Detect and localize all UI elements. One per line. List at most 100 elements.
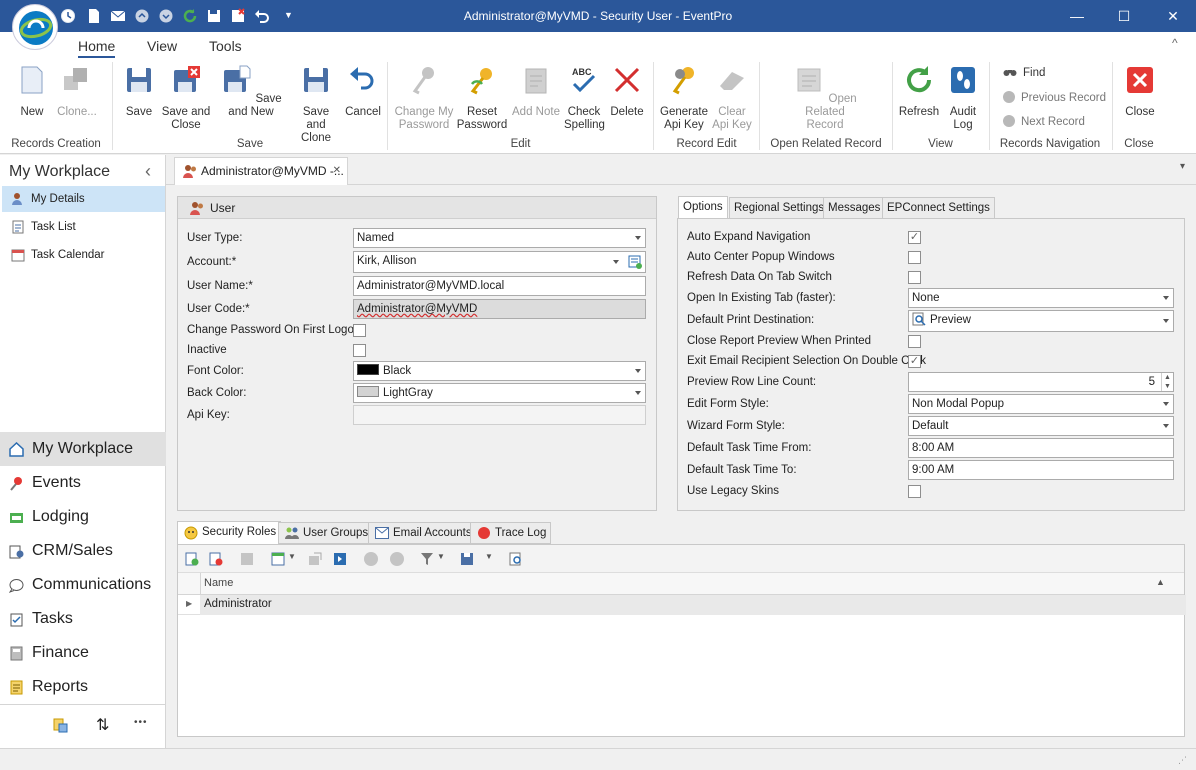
collapse-panel-button[interactable]: ‹ — [145, 161, 151, 182]
table-cell: Administrator — [200, 595, 1186, 615]
chevron-down-icon[interactable]: ▼ — [485, 552, 493, 561]
workplace-item-task-calendar[interactable]: Task Calendar — [2, 242, 165, 268]
exit-email-checkbox[interactable]: ✓ — [908, 355, 921, 368]
previous-record-button[interactable]: Previous Record — [1003, 91, 1106, 104]
user-type-select[interactable]: Named — [353, 228, 646, 248]
app-logo[interactable] — [12, 4, 58, 50]
up-circle-icon[interactable] — [364, 552, 378, 566]
module-my-workplace[interactable]: My Workplace — [0, 432, 166, 466]
maximize-button[interactable]: ☐ — [1114, 6, 1134, 26]
export-icon[interactable] — [308, 552, 322, 566]
more-modules-button[interactable]: ••• — [134, 717, 148, 728]
find-in-grid-icon[interactable] — [509, 552, 523, 566]
workplace-item-my-details[interactable]: My Details — [2, 186, 165, 212]
expand-row-icon[interactable]: ▶ — [186, 599, 192, 608]
down-circle-icon[interactable] — [390, 552, 404, 566]
save-layout-icon[interactable] — [460, 552, 474, 566]
tab-regional-settings[interactable]: Regional Settings — [729, 197, 830, 219]
reorder-modules-button[interactable]: ⇅ — [96, 715, 109, 735]
open-record-icon[interactable] — [333, 552, 347, 566]
row-count-spinner[interactable]: 5 ▲ ▼ — [908, 372, 1174, 392]
tab-menu-icon[interactable]: ▾ — [1180, 161, 1185, 172]
nav-options-icon[interactable] — [53, 718, 68, 733]
refresh-tab-checkbox[interactable] — [908, 271, 921, 284]
check-spelling-button[interactable]: ABC Check Spelling — [564, 62, 605, 132]
back-color-select[interactable]: LightGray — [353, 383, 646, 403]
filter-icon[interactable] — [420, 552, 434, 566]
auto-center-checkbox[interactable] — [908, 251, 921, 264]
module-reports[interactable]: Reports — [0, 670, 166, 704]
chevron-down-icon[interactable]: ▼ — [288, 552, 296, 561]
font-color-select[interactable]: Black — [353, 361, 646, 381]
document-tab[interactable]: Administrator@MyVMD -... ✕ — [174, 157, 348, 185]
tab-email-accounts[interactable]: Email Accounts — [368, 522, 477, 544]
add-note-button[interactable]: Add Note — [511, 62, 561, 119]
grid-list-icon[interactable] — [240, 552, 254, 566]
close-preview-checkbox[interactable] — [908, 335, 921, 348]
account-lookup-icon[interactable] — [628, 255, 642, 269]
tab-tools[interactable]: Tools — [209, 38, 242, 54]
tab-epconnect-settings[interactable]: EPConnect Settings — [882, 197, 995, 219]
save-and-new-button[interactable]: Save and New — [215, 62, 287, 119]
account-select[interactable]: Kirk, Allison — [353, 251, 646, 273]
tab-security-roles[interactable]: Security Roles — [177, 521, 282, 545]
module-finance[interactable]: Finance — [0, 636, 166, 670]
resize-grip-icon[interactable]: ⋰ — [1178, 755, 1187, 766]
delete-button[interactable]: Delete — [608, 62, 646, 119]
tab-home[interactable]: Home — [78, 38, 116, 58]
tab-view[interactable]: View — [147, 38, 177, 54]
column-header-name[interactable]: Name — [204, 577, 233, 589]
task-time-to-input[interactable]: 9:00 AM — [908, 460, 1174, 480]
find-button[interactable]: Find — [1003, 67, 1045, 79]
generate-api-key-button[interactable]: Generate Api Key — [659, 62, 709, 132]
chevron-down-icon[interactable]: ▼ — [437, 552, 445, 561]
user-name-input[interactable]: Administrator@MyVMD.local — [353, 276, 646, 296]
change-my-password-button[interactable]: Change My Password — [393, 62, 455, 132]
close-tab-icon[interactable]: ✕ — [333, 158, 341, 184]
open-existing-select[interactable]: None — [908, 288, 1174, 308]
task-time-from-input[interactable]: 8:00 AM — [908, 438, 1174, 458]
legacy-skins-checkbox[interactable] — [908, 485, 921, 498]
close-window-button[interactable]: ✕ — [1163, 6, 1183, 26]
tab-trace-log[interactable]: Trace Log — [470, 522, 552, 544]
audit-log-button[interactable]: Audit Log — [944, 62, 982, 132]
print-destination-select[interactable]: Preview — [908, 310, 1174, 332]
tab-messages[interactable]: Messages — [823, 197, 886, 219]
save-and-close-button[interactable]: Save and Close — [160, 62, 212, 132]
save-and-clone-button[interactable]: Save and Clone — [292, 62, 340, 145]
reset-password-button[interactable]: Reset Password — [456, 62, 508, 132]
module-lodging[interactable]: Lodging — [0, 500, 166, 534]
edit-form-style-select[interactable]: Non Modal Popup — [908, 394, 1174, 414]
open-related-record-button[interactable]: Open Related Record — [786, 62, 864, 132]
auto-expand-checkbox[interactable]: ✓ — [908, 231, 921, 244]
wizard-form-style-select[interactable]: Default — [908, 416, 1174, 436]
columns-icon[interactable] — [271, 552, 285, 566]
user-code-input[interactable]: Administrator@MyVMD — [353, 299, 646, 319]
module-events[interactable]: Events — [0, 466, 166, 500]
spinner-arrows-icon[interactable]: ▲ ▼ — [1161, 373, 1173, 391]
change-password-checkbox[interactable] — [353, 324, 366, 337]
new-button[interactable]: New — [14, 62, 50, 119]
table-row[interactable]: ▶ Administrator — [178, 595, 1186, 615]
next-record-button[interactable]: Next Record — [1003, 115, 1085, 128]
sort-ascending-icon[interactable]: ▲ — [1156, 577, 1165, 587]
clone-button[interactable]: Clone... — [54, 62, 100, 119]
module-communications[interactable]: Communications — [0, 568, 166, 602]
workplace-item-task-list[interactable]: Task List — [2, 214, 165, 240]
inactive-checkbox[interactable] — [353, 344, 366, 357]
workplace-title: My Workplace — [9, 163, 111, 180]
add-row-icon[interactable] — [185, 552, 199, 566]
remove-row-icon[interactable] — [209, 552, 223, 566]
close-button[interactable]: Close — [1121, 62, 1159, 119]
save-button[interactable]: Save — [122, 62, 156, 119]
module-crm-sales[interactable]: CRM/Sales — [0, 534, 166, 568]
minimize-button[interactable]: — — [1067, 6, 1087, 26]
tab-user-groups[interactable]: User Groups — [278, 522, 374, 544]
clear-api-key-button[interactable]: Clear Api Key — [711, 62, 753, 132]
refresh-button[interactable]: Refresh — [898, 62, 940, 119]
ribbon-collapse-button[interactable]: ^ — [1172, 36, 1178, 50]
module-tasks[interactable]: Tasks — [0, 602, 166, 636]
tab-options[interactable]: Options — [678, 196, 728, 219]
api-key-input[interactable] — [353, 405, 646, 425]
cancel-button[interactable]: Cancel — [344, 62, 382, 119]
